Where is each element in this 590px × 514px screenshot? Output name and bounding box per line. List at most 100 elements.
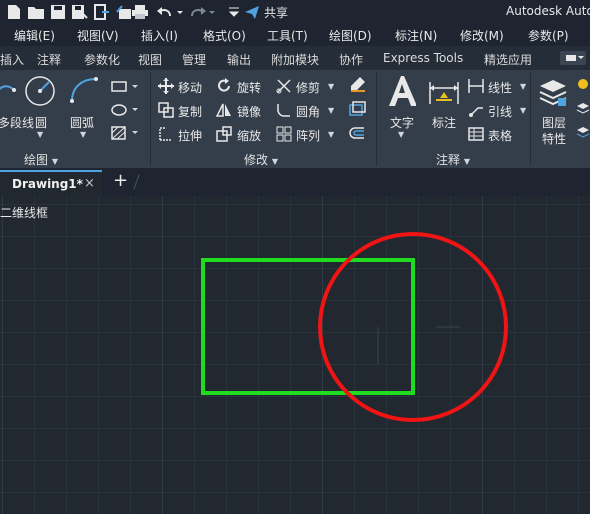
trim-icon[interactable]: [276, 78, 292, 97]
tab-annotate[interactable]: 注释: [37, 51, 61, 68]
rotate-icon[interactable]: [216, 78, 232, 97]
hatch-tool-icon[interactable]: [110, 103, 140, 120]
share-icon[interactable]: [244, 4, 260, 20]
tab-collaborate[interactable]: 协作: [339, 51, 363, 68]
redo-icon[interactable]: [190, 4, 218, 20]
leader-label[interactable]: 引线: [488, 103, 512, 120]
share-label[interactable]: 共享: [264, 4, 288, 21]
fillet-label[interactable]: 圆角: [296, 103, 320, 120]
tab-parametric[interactable]: 参数化: [84, 51, 120, 68]
move-label[interactable]: 移动: [178, 79, 202, 96]
layer-properties-label-1[interactable]: 图层: [542, 114, 566, 131]
array-icon[interactable]: [276, 126, 292, 145]
tab-express-tools[interactable]: Express Tools: [383, 51, 463, 65]
copy-icon[interactable]: [158, 102, 174, 121]
layer-properties-label-2[interactable]: 特性: [542, 130, 566, 147]
explode-icon[interactable]: [348, 101, 366, 122]
menu-tools[interactable]: 工具(T): [267, 27, 308, 44]
table-label[interactable]: 表格: [488, 127, 512, 144]
rectangle-tool-icon[interactable]: [110, 80, 140, 97]
polyline-label[interactable]: 多段线: [0, 114, 34, 131]
tab-insert[interactable]: 插入: [0, 51, 24, 68]
annotation-panel-title[interactable]: 注释 ▼: [436, 151, 470, 168]
modify-panel: 移动 旋转 修剪 ▼ 复制 镜像 圆角 ▼ 拉伸 缩放 阵列 ▼ 修改 ▼: [152, 70, 376, 168]
ribbon-minimize-button[interactable]: [560, 51, 586, 65]
table-icon[interactable]: [468, 126, 484, 145]
tab-manage[interactable]: 管理: [182, 51, 206, 68]
move-icon[interactable]: [158, 78, 174, 97]
annotation-panel: 文字 ▼ 标注 线性 ▼ 引线 ▼ 表格 注释 ▼: [378, 70, 530, 168]
leader-icon[interactable]: [468, 102, 484, 121]
linear-dropdown-icon[interactable]: ▼: [520, 82, 526, 91]
circle-tool-icon[interactable]: [24, 75, 56, 110]
menu-view[interactable]: 视图(V): [77, 27, 119, 44]
erase-icon[interactable]: [348, 76, 366, 97]
drawing-geometry[interactable]: [0, 196, 590, 514]
new-file-icon[interactable]: [6, 4, 22, 20]
fillet-dropdown-icon[interactable]: ▼: [328, 106, 334, 115]
arc-tool-icon[interactable]: [68, 75, 100, 108]
menu-draw[interactable]: 绘图(D): [329, 27, 372, 44]
draw-panel-title-label: 绘图: [24, 153, 49, 167]
export-icon[interactable]: [116, 4, 132, 20]
tab-featured-apps[interactable]: 精选应用: [484, 51, 532, 68]
mirror-icon[interactable]: [215, 102, 232, 121]
text-tool-icon[interactable]: [386, 74, 417, 111]
dimension-tool-icon[interactable]: [428, 78, 460, 109]
linear-dim-label[interactable]: 线性: [488, 79, 512, 96]
menu-dimension[interactable]: 标注(N): [395, 27, 437, 44]
stretch-icon[interactable]: [158, 126, 174, 145]
web-mobile-icon[interactable]: [94, 4, 110, 20]
scale-label[interactable]: 缩放: [237, 127, 261, 144]
menu-edit[interactable]: 编辑(E): [14, 27, 55, 44]
rotate-label[interactable]: 旋转: [237, 79, 261, 96]
customize-dropdown-icon[interactable]: [226, 4, 242, 20]
close-tab-icon[interactable]: ×: [84, 176, 95, 191]
circle-dropdown-icon[interactable]: ▼: [37, 130, 43, 139]
save-as-icon[interactable]: [72, 4, 88, 20]
fillet-icon[interactable]: [276, 102, 292, 121]
modify-panel-title[interactable]: 修改 ▼: [244, 151, 278, 168]
save-icon[interactable]: [50, 4, 66, 20]
linear-dim-icon[interactable]: [468, 78, 484, 97]
gradient-tool-icon[interactable]: [110, 126, 140, 143]
trim-label[interactable]: 修剪: [296, 79, 320, 96]
tab-view[interactable]: 视图: [138, 51, 162, 68]
mirror-label[interactable]: 镜像: [237, 103, 261, 120]
array-label[interactable]: 阵列: [296, 127, 320, 144]
arc-dropdown-icon[interactable]: ▼: [80, 130, 86, 139]
menu-parametric[interactable]: 参数(P): [528, 27, 569, 44]
menu-modify[interactable]: 修改(M): [460, 27, 504, 44]
tab-output[interactable]: 输出: [227, 51, 251, 68]
plot-printer-icon[interactable]: [132, 4, 148, 20]
layer-match-icon[interactable]: [576, 126, 590, 143]
document-tab-name[interactable]: Drawing1*: [12, 177, 83, 191]
dimension-tool-label[interactable]: 标注: [432, 114, 456, 131]
layer-state-icon[interactable]: [576, 102, 590, 119]
scale-icon[interactable]: [216, 126, 232, 145]
offset-icon[interactable]: [348, 125, 366, 146]
new-tab-button[interactable]: +: [113, 170, 128, 191]
menu-insert[interactable]: 插入(I): [141, 27, 178, 44]
drawing-canvas[interactable]: 二维线框: [0, 196, 590, 514]
copy-label[interactable]: 复制: [178, 103, 202, 120]
text-dropdown-icon[interactable]: ▼: [398, 130, 404, 139]
document-tab[interactable]: Drawing1* ×: [0, 170, 102, 198]
leader-dropdown-icon[interactable]: ▼: [520, 106, 526, 115]
layer-on-icon[interactable]: [576, 78, 590, 95]
menu-format[interactable]: 格式(O): [203, 27, 246, 44]
trim-dropdown-icon[interactable]: ▼: [328, 82, 334, 91]
array-dropdown-icon[interactable]: ▼: [328, 130, 334, 139]
arc-label[interactable]: 圆弧: [70, 114, 94, 131]
polyline-icon[interactable]: [0, 78, 18, 107]
stretch-label[interactable]: 拉伸: [178, 127, 202, 144]
undo-icon[interactable]: [156, 4, 184, 20]
quick-access-toolbar: 共享 Autodesk Auto: [0, 0, 590, 24]
tab-addins[interactable]: 附加模块: [271, 51, 319, 68]
layer-properties-icon[interactable]: [538, 78, 568, 111]
green-rectangle[interactable]: [201, 258, 415, 395]
circle-label[interactable]: 圆: [35, 114, 47, 131]
text-tool-label[interactable]: 文字: [390, 114, 414, 131]
open-folder-icon[interactable]: [28, 4, 44, 20]
draw-panel-title[interactable]: 绘图 ▼: [24, 151, 58, 168]
